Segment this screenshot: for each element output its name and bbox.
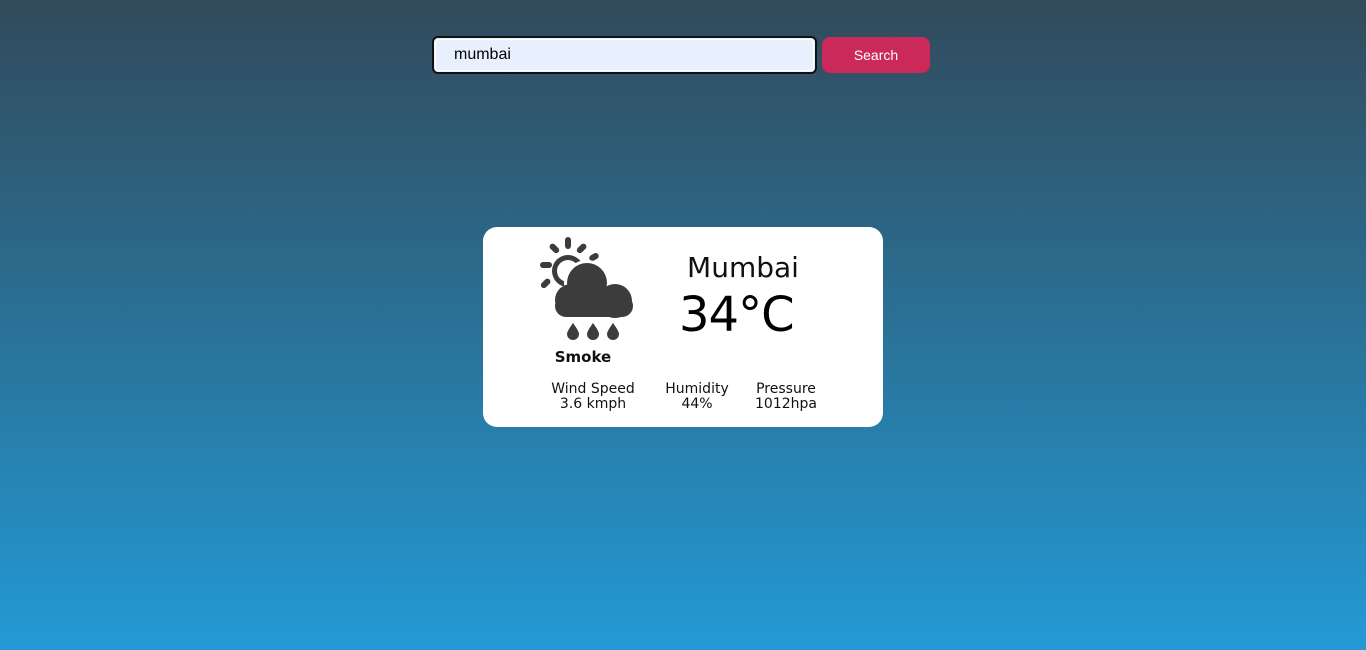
humidity-label: Humidity — [665, 381, 729, 397]
cloud-sun-rain-icon — [540, 237, 633, 340]
wind-speed-value: 3.6 kmph — [559, 396, 627, 412]
temperature: 34°C — [679, 287, 795, 343]
weather-stats: Wind Speed 3.6 kmph Humidity 44% Pressur… — [539, 382, 829, 414]
pressure-value: 1012hpa — [755, 396, 817, 412]
city-name: Mumbai — [687, 251, 799, 284]
wind-speed-stat: Wind Speed 3.6 kmph — [539, 382, 647, 412]
pressure-label: Pressure — [756, 381, 816, 397]
search-input[interactable] — [432, 36, 817, 74]
humidity-stat: Humidity 44% — [657, 382, 737, 412]
pressure-stat: Pressure 1012hpa — [747, 382, 825, 412]
wind-speed-label: Wind Speed — [551, 381, 635, 397]
search-bar: Search — [432, 36, 930, 74]
search-button[interactable]: Search — [822, 37, 930, 73]
weather-card: Smoke Mumbai 34°C Wind Speed 3.6 kmph Hu… — [483, 227, 883, 427]
weather-condition: Smoke — [554, 348, 612, 366]
humidity-value: 44% — [681, 396, 713, 412]
